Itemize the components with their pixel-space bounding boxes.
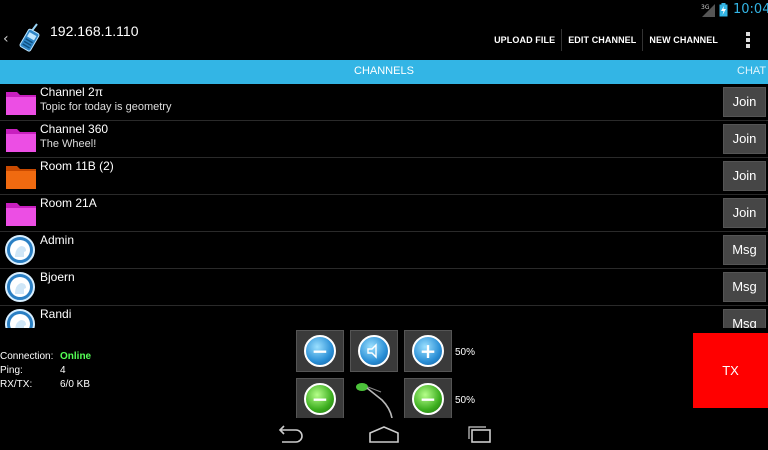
- list-item-name: Channel 360: [40, 122, 109, 136]
- join-button[interactable]: Join: [723, 161, 766, 191]
- microphone-icon[interactable]: [352, 378, 398, 420]
- up-chevron-icon[interactable]: ‹: [3, 31, 9, 47]
- user-head-icon: [5, 272, 35, 302]
- volume-down-button[interactable]: −: [296, 330, 344, 372]
- back-icon[interactable]: [272, 422, 308, 446]
- list-item[interactable]: Room 11B (2) Join: [0, 158, 768, 195]
- folder-magenta-icon: [6, 129, 36, 152]
- home-icon[interactable]: [366, 422, 402, 446]
- join-button[interactable]: Join: [723, 124, 766, 154]
- new-channel-button[interactable]: NEW CHANNEL: [643, 20, 724, 60]
- join-button[interactable]: Join: [723, 198, 766, 228]
- overflow-menu-icon[interactable]: [728, 20, 768, 60]
- list-item-name: Bjoern: [40, 270, 75, 284]
- recents-icon[interactable]: [462, 422, 498, 446]
- mic-gain-percent: 50%: [455, 395, 476, 406]
- list-item[interactable]: Room 21A Join: [0, 195, 768, 232]
- list-item-name: Channel 2π: [40, 85, 103, 99]
- status-bar: 3G 10:04: [0, 0, 768, 20]
- list-item-name: Randi: [40, 307, 72, 321]
- list-item[interactable]: Channel 360 The Wheel! Join: [0, 121, 768, 158]
- walkie-talkie-icon[interactable]: [15, 22, 43, 54]
- msg-button[interactable]: Msg: [723, 272, 766, 302]
- tab-strip: CHANNELS CHAT: [0, 60, 768, 84]
- channel-user-list[interactable]: Channel 2π Topic for today is geometry J…: [0, 84, 768, 328]
- signal-3g-icon: 3G: [701, 4, 715, 17]
- list-item[interactable]: Bjoern Msg: [0, 269, 768, 306]
- user-head-icon: [5, 309, 35, 328]
- plus-icon: +: [412, 335, 444, 367]
- battery-charging-icon: [719, 3, 728, 17]
- list-item[interactable]: Admin Msg: [0, 232, 768, 269]
- connection-status: Online: [60, 351, 92, 362]
- server-title: 192.168.1.110: [50, 23, 139, 39]
- rxtx-label: RX/TX:: [0, 379, 33, 390]
- mic-down-button[interactable]: −: [296, 378, 344, 420]
- mic-up-button[interactable]: −: [404, 378, 452, 420]
- clock: 10:04: [733, 2, 768, 17]
- ping-label: Ping:: [0, 365, 23, 376]
- msg-button[interactable]: Msg: [723, 235, 766, 265]
- system-nav-bar: [0, 418, 768, 450]
- speaker-icon: [358, 335, 390, 367]
- speaker-volume-percent: 50%: [455, 347, 476, 358]
- ping-value: 4: [60, 365, 66, 376]
- user-head-icon: [5, 235, 35, 265]
- rxtx-value: 6/0 KB: [60, 379, 91, 390]
- upload-file-button[interactable]: UPLOAD FILE: [488, 20, 561, 60]
- edit-channel-button[interactable]: EDIT CHANNEL: [562, 20, 642, 60]
- connection-info: Connection: Online Ping: 4 RX/TX: 6/0 KB: [0, 350, 120, 392]
- volume-up-button[interactable]: +: [404, 330, 452, 372]
- list-item-name: Room 11B (2): [40, 159, 114, 173]
- transmit-button[interactable]: TX: [693, 333, 768, 408]
- minus-icon: −: [412, 383, 444, 415]
- minus-icon: −: [304, 335, 336, 367]
- folder-orange-icon: [6, 166, 36, 189]
- tab-chat[interactable]: CHAT: [737, 65, 766, 77]
- folder-magenta-icon: [6, 203, 36, 226]
- list-item-topic: The Wheel!: [40, 138, 97, 150]
- tab-channels[interactable]: CHANNELS: [354, 65, 414, 77]
- action-bar: ‹ 192.168.1.110 UPLOAD FILE EDIT CHANNEL…: [0, 20, 768, 60]
- connection-label: Connection:: [0, 351, 54, 362]
- msg-button[interactable]: Msg: [723, 309, 766, 328]
- list-item[interactable]: Randi Msg: [0, 306, 768, 328]
- list-item-name: Room 21A: [40, 196, 97, 210]
- svg-text:3G: 3G: [701, 4, 710, 11]
- list-item-topic: Topic for today is geometry: [40, 101, 172, 113]
- minus-icon: −: [304, 383, 336, 415]
- speaker-button[interactable]: [350, 330, 398, 372]
- list-item-name: Admin: [40, 233, 75, 247]
- action-bar-actions: UPLOAD FILE EDIT CHANNEL NEW CHANNEL: [488, 20, 768, 60]
- folder-magenta-icon: [6, 92, 36, 115]
- join-button[interactable]: Join: [723, 87, 766, 117]
- list-item[interactable]: Channel 2π Topic for today is geometry J…: [0, 84, 768, 121]
